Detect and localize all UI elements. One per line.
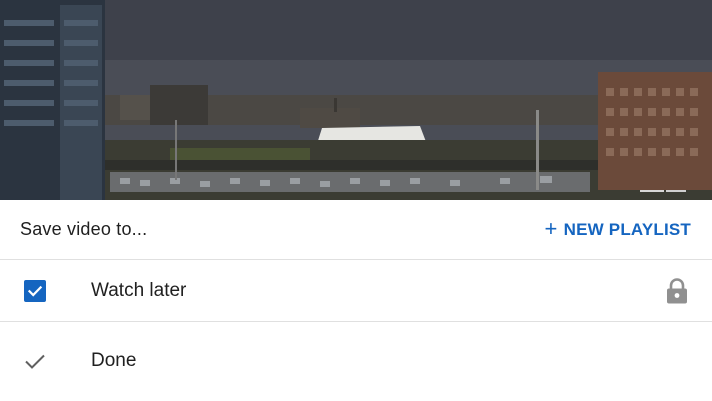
playlist-label: Watch later	[91, 279, 187, 301]
new-playlist-button[interactable]: + NEW PLAYLIST	[544, 215, 691, 241]
video-frame	[0, 0, 712, 200]
checkmark-icon	[23, 349, 47, 373]
plus-icon: +	[544, 215, 558, 241]
divider	[0, 321, 712, 322]
watch-later-checkbox[interactable]	[23, 279, 47, 303]
checkbox-checked-icon	[24, 279, 46, 302]
done-label: Done	[91, 349, 137, 371]
save-to-playlist-sheet: Save video to... + NEW PLAYLIST Watch la…	[0, 200, 712, 401]
done-button[interactable]: Done	[0, 330, 712, 391]
new-playlist-label: NEW PLAYLIST	[563, 219, 691, 239]
playlist-item-watch-later[interactable]: Watch later	[0, 260, 712, 321]
lock-icon	[666, 277, 688, 304]
sheet-header: Save video to... + NEW PLAYLIST	[0, 200, 712, 259]
video-player[interactable]	[0, 0, 712, 200]
sheet-title: Save video to...	[20, 219, 148, 239]
